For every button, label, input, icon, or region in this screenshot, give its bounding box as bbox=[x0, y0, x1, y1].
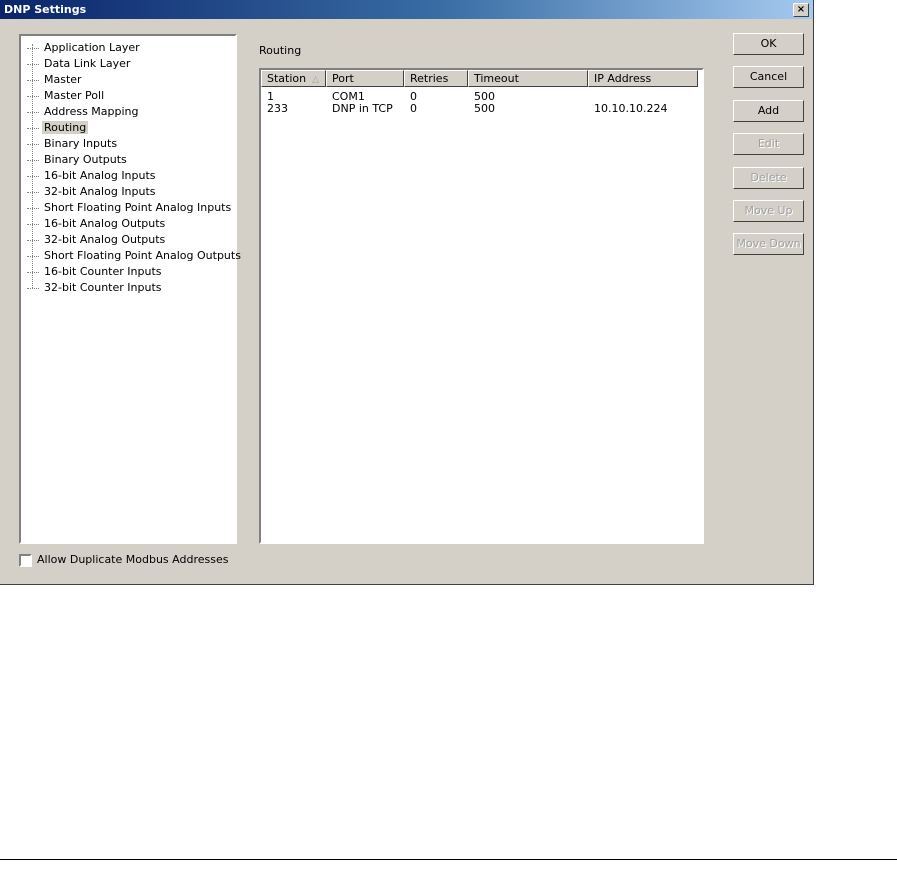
allow-duplicate-option[interactable]: Allow Duplicate Modbus Addresses bbox=[19, 553, 228, 569]
sort-ascending-icon: △ bbox=[312, 75, 320, 85]
tree-item[interactable]: 16-bit Counter Inputs bbox=[27, 264, 163, 280]
column-header-station[interactable]: Station △ bbox=[261, 70, 326, 87]
table-cell: 233 bbox=[267, 102, 288, 115]
allow-duplicate-label: Allow Duplicate Modbus Addresses bbox=[37, 553, 229, 566]
tree-branch-line bbox=[27, 136, 39, 145]
tree-branch-line bbox=[27, 152, 39, 161]
tree-item[interactable]: Master Poll bbox=[27, 88, 106, 104]
tree-branch-line bbox=[27, 248, 39, 257]
tree-item-label: Routing bbox=[42, 121, 89, 134]
table-cell: DNP in TCP bbox=[332, 102, 393, 115]
tree-branch-line bbox=[27, 56, 39, 65]
tree-item-label: Data Link Layer bbox=[44, 57, 131, 70]
tree-branch-line bbox=[27, 280, 39, 289]
tree-item[interactable]: 16-bit Analog Outputs bbox=[27, 216, 167, 232]
table-cell: 500 bbox=[474, 102, 495, 115]
tree-item-label: 16-bit Analog Outputs bbox=[44, 217, 166, 230]
cancel-button[interactable]: Cancel bbox=[733, 66, 804, 88]
tree-branch-line bbox=[27, 216, 39, 225]
tree-item[interactable]: Binary Outputs bbox=[27, 152, 129, 168]
tree-item[interactable]: Address Mapping bbox=[27, 104, 141, 120]
tree-branch-line bbox=[27, 232, 39, 241]
column-header-timeout[interactable]: Timeout bbox=[468, 70, 588, 87]
tree-item-label: Address Mapping bbox=[44, 105, 139, 118]
tree-branch-line bbox=[27, 168, 39, 177]
tree-item-label: Binary Outputs bbox=[44, 153, 127, 166]
page-rule bbox=[0, 859, 897, 860]
tree-item[interactable]: Short Floating Point Analog Outputs bbox=[27, 248, 243, 264]
tree-item-label: 16-bit Analog Inputs bbox=[44, 169, 156, 182]
tree-item-label: Master Poll bbox=[44, 89, 105, 102]
allow-duplicate-checkbox[interactable] bbox=[19, 553, 32, 567]
tree-item[interactable]: Data Link Layer bbox=[27, 56, 132, 72]
tree-item-label: 32-bit Analog Outputs bbox=[44, 233, 166, 246]
tree-item-label: Short Floating Point Analog Outputs bbox=[44, 249, 241, 262]
tree-branch-line bbox=[27, 40, 39, 49]
tree-branch-line bbox=[27, 104, 39, 113]
tree-branch-line bbox=[27, 184, 39, 193]
tree-item[interactable]: 32-bit Analog Inputs bbox=[27, 184, 158, 200]
table-cell: 10.10.10.224 bbox=[594, 102, 668, 115]
tree-item[interactable]: 16-bit Analog Inputs bbox=[27, 168, 158, 184]
close-button[interactable]: × bbox=[793, 3, 809, 17]
tree-item[interactable]: Master bbox=[27, 72, 84, 88]
routing-section-label: Routing bbox=[259, 44, 302, 57]
routing-table-header: Station △ Port Retries Timeout IP Address bbox=[261, 70, 702, 87]
table-cell: 0 bbox=[410, 102, 417, 115]
window-title: DNP Settings bbox=[4, 3, 87, 16]
routing-table[interactable]: Station △ Port Retries Timeout IP Address… bbox=[259, 68, 704, 544]
column-header-ip-address[interactable]: IP Address bbox=[588, 70, 698, 87]
tree-branch-line bbox=[27, 120, 39, 129]
move-down-button[interactable]: Move Down bbox=[733, 233, 804, 255]
tree-item[interactable]: Short Floating Point Analog Inputs bbox=[27, 200, 233, 216]
tree-item-label: Binary Inputs bbox=[44, 137, 118, 150]
tree-branch-line bbox=[27, 200, 39, 209]
tree-item-label: 16-bit Counter Inputs bbox=[44, 265, 162, 278]
settings-tree[interactable]: Application Layer Data Link Layer Master Ma… bbox=[19, 34, 241, 544]
tree-item[interactable]: Application Layer bbox=[27, 40, 142, 56]
tree-item[interactable]: Routing bbox=[27, 120, 89, 136]
move-up-button[interactable]: Move Up bbox=[733, 200, 804, 222]
tree-item-label: 32-bit Analog Inputs bbox=[44, 185, 156, 198]
delete-button[interactable]: Delete bbox=[733, 167, 804, 189]
tree-item[interactable]: 32-bit Counter Inputs bbox=[27, 280, 163, 296]
tree-item-label: Application Layer bbox=[44, 41, 140, 54]
tree-item-label: Short Floating Point Analog Inputs bbox=[44, 201, 232, 214]
dnp-settings-dialog: DNP Settings × Application Layer Data Lin… bbox=[0, 0, 814, 585]
edit-button[interactable]: Edit bbox=[733, 133, 804, 155]
tree-item[interactable]: Binary Inputs bbox=[27, 136, 119, 152]
tree-item-label: 32-bit Counter Inputs bbox=[44, 281, 162, 294]
tree-item[interactable]: 32-bit Analog Outputs bbox=[27, 232, 167, 248]
column-header-retries[interactable]: Retries bbox=[404, 70, 468, 87]
ok-button[interactable]: OK bbox=[733, 33, 804, 55]
title-bar[interactable]: DNP Settings × bbox=[0, 0, 813, 19]
add-button[interactable]: Add bbox=[733, 100, 804, 122]
tree-branch-line bbox=[27, 88, 39, 97]
table-row[interactable]: 233 DNP in TCP 0 500 10.10.10.224 bbox=[261, 102, 698, 115]
tree-branch-line bbox=[27, 264, 39, 273]
tree-branch-line bbox=[27, 72, 39, 81]
column-header-port[interactable]: Port bbox=[326, 70, 404, 87]
tree-item-label: Master bbox=[44, 73, 82, 86]
